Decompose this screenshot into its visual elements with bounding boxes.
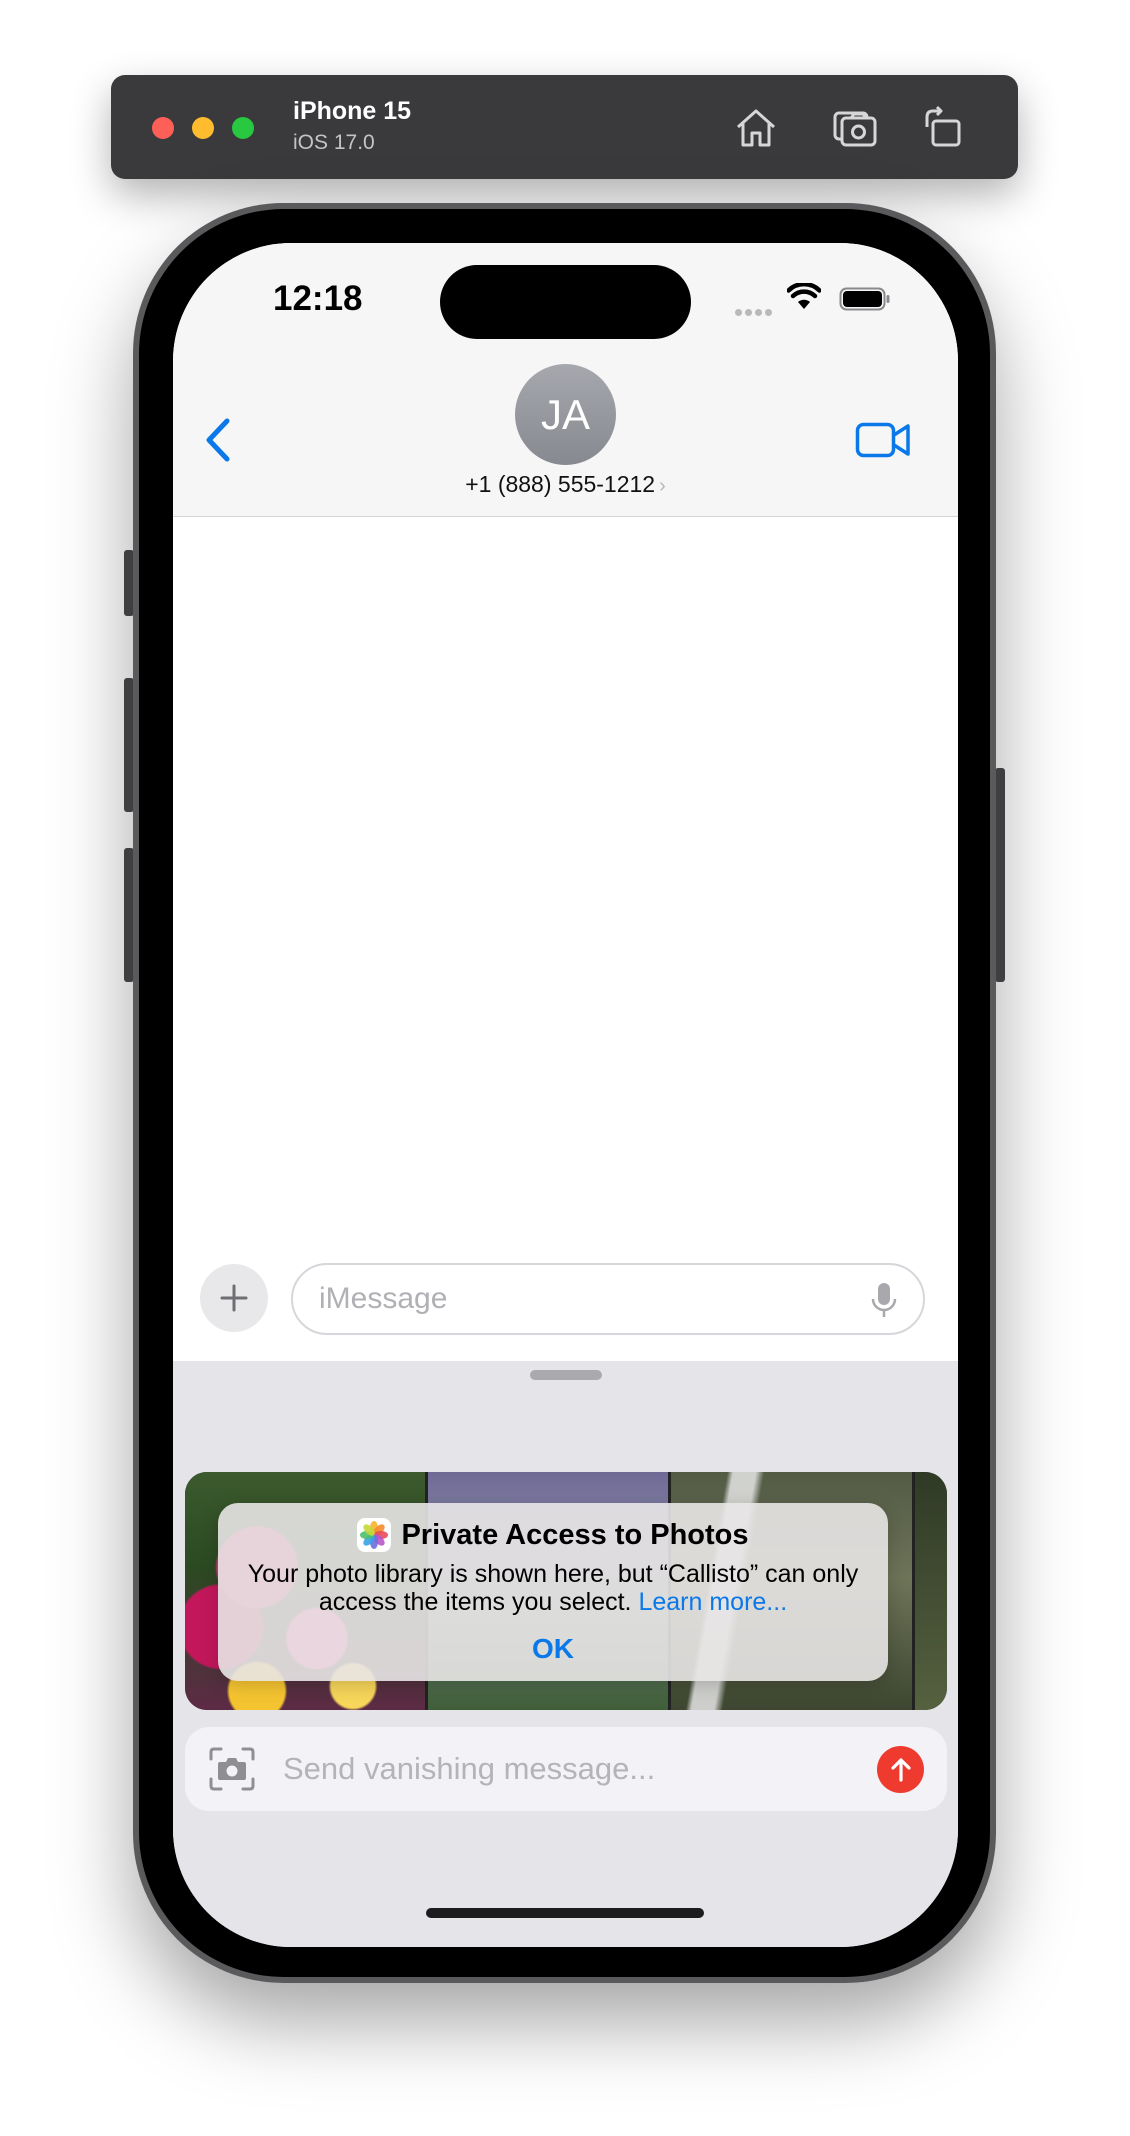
contact-avatar[interactable]: JA (515, 364, 616, 465)
vanishing-message-placeholder: Send vanishing message... (283, 1751, 656, 1786)
contact-phone: +1 (888) 555-1212 (465, 471, 656, 497)
conversation-header: 12:18 JA +1 (888) 555-1212 › (173, 243, 958, 517)
close-window-button[interactable] (152, 117, 174, 139)
minimize-window-button[interactable] (192, 117, 214, 139)
vanishing-message-bar[interactable]: Send vanishing message... (185, 1727, 947, 1811)
zoom-window-button[interactable] (232, 117, 254, 139)
apps-plus-button[interactable] (200, 1264, 268, 1332)
wifi-icon (787, 283, 821, 309)
photo-picker-sheet: Private Access to Photos Your photo libr… (173, 1361, 958, 1947)
simulator-os-version: iOS 17.0 (293, 131, 375, 154)
video-camera-icon[interactable] (855, 421, 911, 459)
send-button[interactable] (877, 1746, 924, 1793)
simulator-device-name: iPhone 15 (293, 97, 412, 125)
rotate-icon[interactable] (919, 105, 967, 149)
screenshot-icon[interactable] (831, 105, 879, 149)
battery-icon (839, 287, 890, 311)
chevron-left-icon[interactable] (201, 415, 235, 465)
ok-button[interactable]: OK (218, 1633, 888, 1665)
learn-more-link[interactable]: Learn more... (638, 1588, 787, 1616)
alert-title: Private Access to Photos (401, 1518, 749, 1551)
alert-message: Your photo library is shown here, but “C… (238, 1560, 868, 1616)
sheet-grabber[interactable] (530, 1370, 602, 1380)
imessage-input[interactable] (317, 1273, 837, 1325)
simulator-toolbar: iPhone 15 iOS 17.0 (111, 75, 1018, 179)
camera-icon[interactable] (207, 1745, 257, 1793)
chevron-right-icon: › (659, 475, 666, 497)
photos-app-icon (357, 1518, 392, 1552)
signal-dots-icon (735, 303, 775, 321)
microphone-icon[interactable] (871, 1281, 897, 1319)
private-access-alert: Private Access to Photos Your photo libr… (218, 1503, 888, 1681)
home-indicator[interactable] (426, 1908, 704, 1918)
contact-name-button[interactable]: +1 (888) 555-1212 › (173, 471, 958, 498)
plus-icon (220, 1284, 248, 1312)
home-icon[interactable] (732, 105, 780, 149)
status-time: 12:18 (273, 279, 363, 318)
dynamic-island (440, 265, 691, 339)
side-button (995, 768, 1005, 982)
phone-screen: 12:18 JA +1 (888) 555-1212 › iMessage Pr… (173, 243, 958, 1947)
alert-title-row: Private Access to Photos (218, 1518, 888, 1552)
arrow-up-icon (890, 1757, 911, 1782)
photo-thumbnail[interactable] (915, 1472, 947, 1710)
imessage-field[interactable] (291, 1263, 925, 1335)
